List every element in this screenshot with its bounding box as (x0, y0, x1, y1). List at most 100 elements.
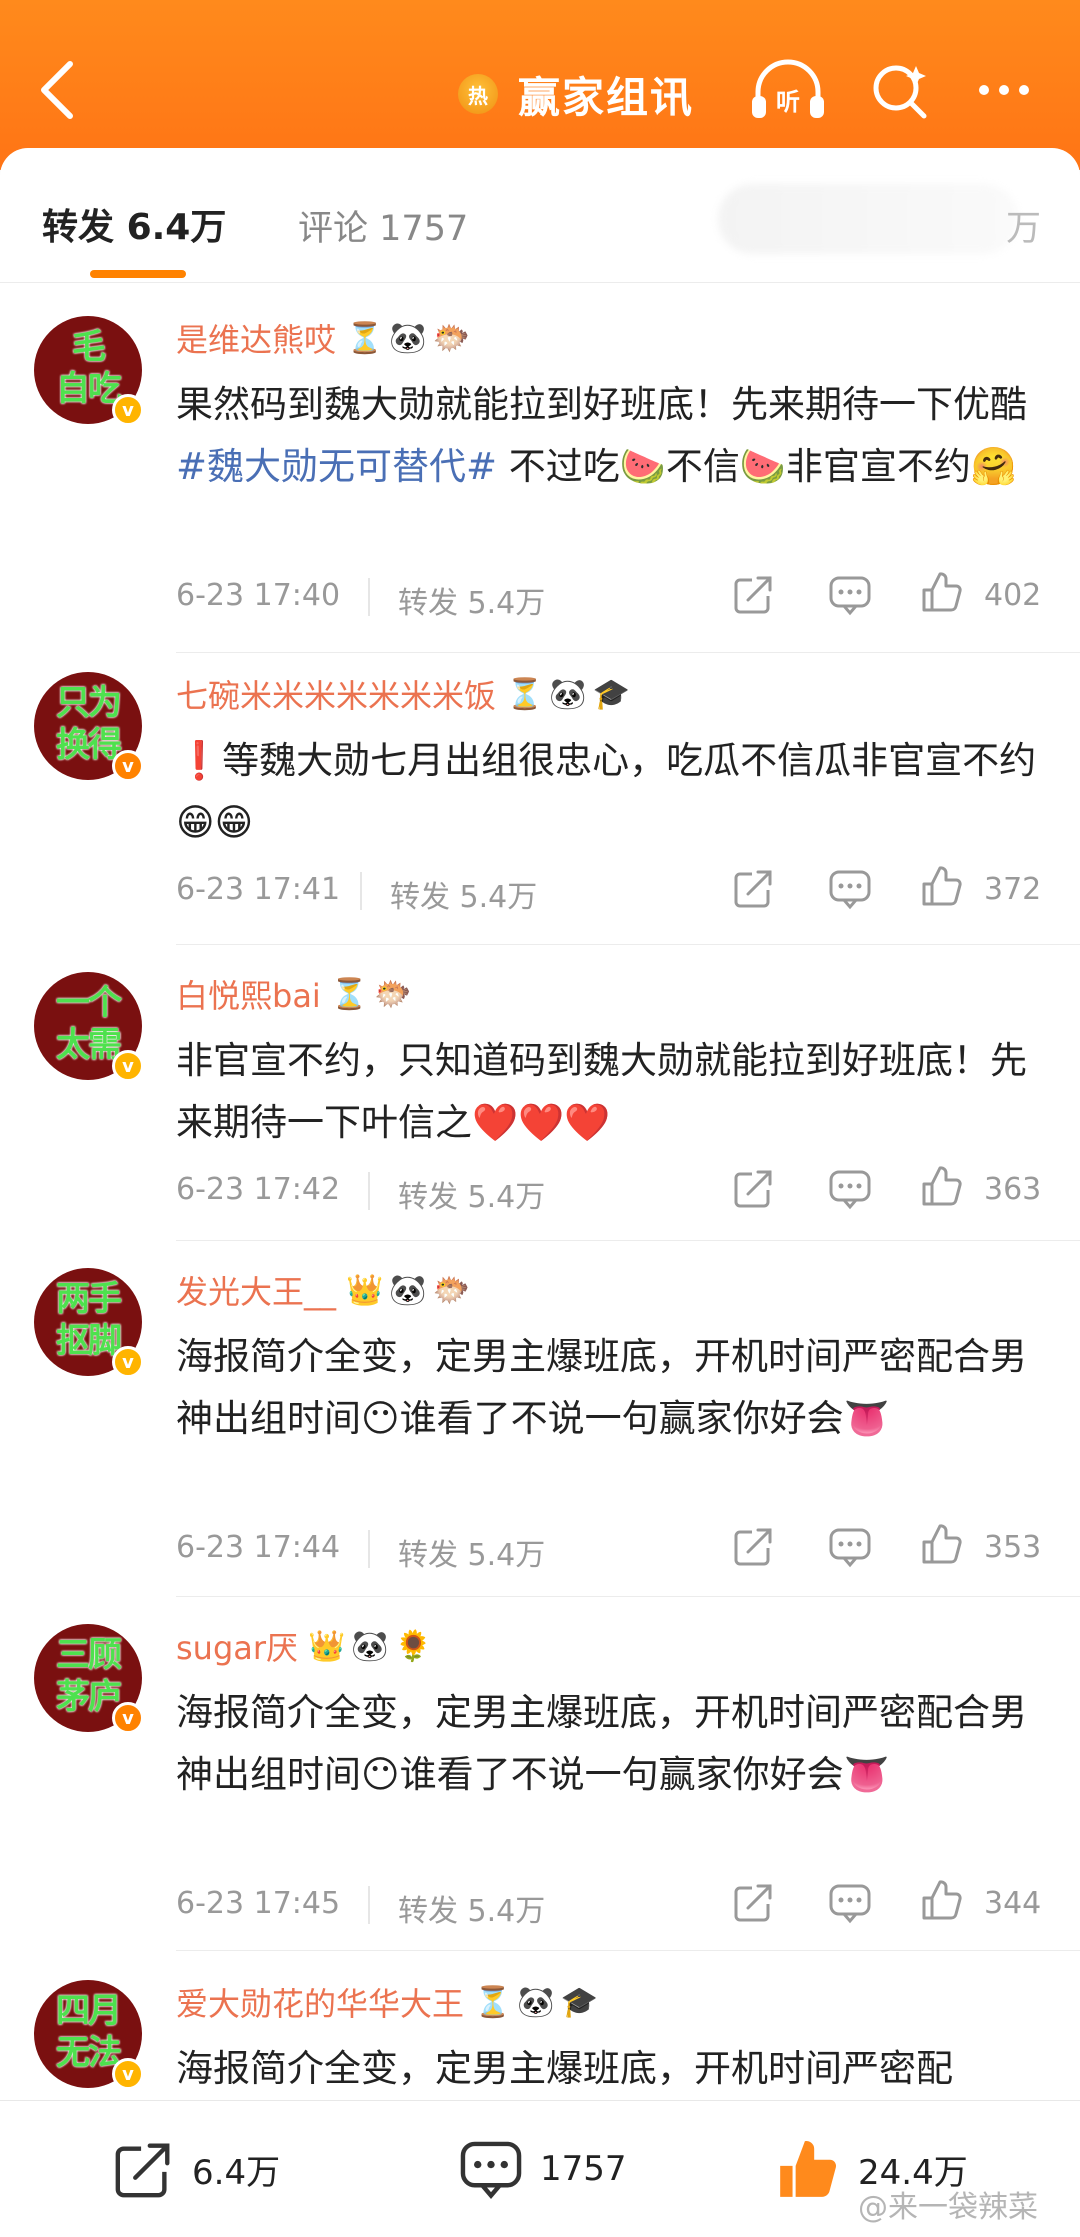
page-title-group: 热 赢家组讯 (458, 66, 694, 122)
user-badge-icon: 🐼 (549, 676, 587, 712)
listen-button[interactable]: 听 (748, 58, 828, 124)
username[interactable]: 爱大勋花的华华大王 (176, 1979, 464, 2025)
user-badge-icon: 🎓 (592, 676, 631, 712)
tab-repost-label: 转发 (42, 207, 115, 248)
repost-action[interactable]: 6.4万 (112, 2137, 280, 2201)
post-content: 海报简介全变，定男主爆班底，开机时间严密配 (176, 2038, 1056, 2100)
username[interactable]: 七碗米米米米米米米饭 (176, 671, 496, 717)
repost-count: 5.4万 (467, 1538, 546, 1573)
share-icon[interactable] (732, 1166, 776, 1210)
search-icon (873, 65, 927, 119)
svg-text:听: 听 (776, 88, 800, 116)
post-like-count: 344 (984, 1886, 1042, 1921)
post-meta: 6-23 17:45 转发 5.4万 344 (176, 1878, 1056, 1930)
user-badge-icon: 🐼 (389, 320, 427, 356)
user-badge-icon: 🐼 (351, 1628, 389, 1664)
username[interactable]: sugar厌 (176, 1623, 298, 1669)
comment-icon[interactable] (828, 574, 872, 616)
back-button[interactable] (30, 50, 90, 130)
repost-count: 5.4万 (467, 1180, 546, 1215)
thumbs-up-icon[interactable] (920, 1878, 964, 1922)
repost-label: 转发 (398, 586, 458, 621)
more-icon (979, 85, 1029, 95)
avatar-text-line1: 三顾 (56, 1635, 122, 1675)
tab-comment-label: 评论 (298, 209, 369, 249)
post-text-tail: 不过吃🍉不信🍉非官宣不约🤗 (497, 445, 1017, 488)
user-badge-icon: 🐡 (374, 976, 412, 1012)
divider (176, 1950, 1080, 1951)
post-repost-count: 转发 5.4万 (398, 1886, 545, 1930)
share-icon[interactable] (732, 572, 776, 616)
comment-icon[interactable] (828, 868, 872, 910)
post-meta: 6-23 17:44 转发 5.4万 353 (176, 1522, 1056, 1574)
username[interactable]: 发光大王__ (176, 1267, 336, 1313)
post-content: 非官宣不约，只知道码到魏大勋就能拉到好班底！先来期待一下叶信之❤️❤️❤️ (176, 1030, 1056, 1154)
comment-icon[interactable] (828, 1526, 872, 1568)
repost-label: 转发 (398, 1180, 458, 1215)
tab-like-obscured[interactable] (718, 184, 1018, 254)
divider (176, 652, 1080, 653)
post-content: 海报简介全变，定男主爆班底，开机时间严密配合男神出组时间😶谁看了不说一句赢家你好… (176, 1326, 1056, 1450)
verified-badge-icon: v (112, 750, 144, 782)
user-badge-icon: 👑 (346, 1272, 384, 1308)
thumbs-up-icon[interactable] (920, 864, 964, 908)
comment-action[interactable]: 1757 (458, 2137, 627, 2201)
more-button[interactable] (972, 58, 1036, 122)
post-repost-count: 转发 5.4万 (390, 872, 537, 916)
user-badge-icon: 🐡 (432, 1272, 471, 1308)
active-tab-indicator (90, 270, 186, 278)
post-meta: 6-23 17:40 转发 5.4万 402 (176, 570, 1056, 621)
hot-icon-label: 热 (468, 83, 488, 108)
verified-badge-icon: v (112, 1050, 144, 1082)
repost-action-count: 6.4万 (192, 2152, 281, 2193)
chevron-left-icon (41, 61, 73, 119)
verified-badge-icon: v (112, 1346, 144, 1378)
post-meta: 6-23 17:41 转发 5.4万 372 (176, 864, 1056, 916)
repost-label: 转发 (390, 880, 450, 915)
user-badge-icon: ⏳ (474, 1984, 512, 2020)
post-text: ❗等魏大勋七月出组很忠心，吃瓜不信瓜非官宣不约😁😁 (176, 739, 1037, 844)
tab-repost[interactable]: 转发 6.4万 (42, 198, 226, 250)
thumbs-up-icon[interactable] (920, 1164, 964, 1208)
share-icon[interactable] (732, 1880, 776, 1924)
avatar-text-line1: 四月 (56, 1991, 122, 2031)
post-repost-count: 转发 5.4万 (398, 1172, 545, 1216)
tab-bar: 转发 6.4万 评论 1757 万 (0, 148, 1080, 283)
post-time: 6-23 17:41 (176, 872, 341, 907)
post-content: 海报简介全变，定男主爆班底，开机时间严密配合男神出组时间😶谁看了不说一句赢家你好… (176, 1682, 1056, 1806)
post-text: 非官宣不约，只知道码到魏大勋就能拉到好班底！先来期待一下叶信之❤️❤️❤️ (176, 1039, 1027, 1144)
search-button[interactable] (868, 58, 932, 122)
post-repost-count: 转发 5.4万 (398, 1530, 545, 1574)
divider (176, 1596, 1080, 1597)
avatar-text-line2: 茅庐 (56, 1677, 122, 1717)
comment-icon[interactable] (828, 1168, 872, 1210)
post-time: 6-23 17:40 (176, 578, 341, 613)
avatar-text-line1: 只为 (56, 683, 122, 723)
user-badge-icon: ⏳ (506, 676, 544, 712)
thumbs-up-icon[interactable] (920, 570, 964, 614)
verified-badge-icon: v (112, 394, 144, 426)
username[interactable]: 白悦熙bai (176, 971, 321, 1017)
user-badge-icon: ⏳ (330, 976, 369, 1012)
user-badge-icon: 👑 (308, 1628, 346, 1664)
tab-comment[interactable]: 评论 1757 (298, 200, 468, 251)
repost-count: 5.4万 (467, 1894, 546, 1929)
watermark: @来一袋辣菜 (858, 2190, 1038, 2225)
page-title: 赢家组讯 (518, 72, 695, 122)
comment-action-count: 1757 (540, 2149, 627, 2189)
post-text: 海报简介全变，定男主爆班底，开机时间严密配 (176, 2047, 953, 2090)
thumbs-up-icon[interactable] (920, 1522, 964, 1566)
user-badge-icon: 🌻 (394, 1628, 433, 1664)
post-text: 海报简介全变，定男主爆班底，开机时间严密配合男神出组时间😶谁看了不说一句赢家你好… (176, 1691, 1027, 1796)
meta-separator (368, 1530, 370, 1568)
repost-label: 转发 (398, 1538, 458, 1573)
avatar-text-line1: 毛 (72, 327, 106, 367)
user-badge-icon: 🎓 (560, 1984, 599, 2020)
username[interactable]: 是维达熊哎 (176, 315, 336, 361)
post-meta: 6-23 17:42 转发 5.4万 363 (176, 1164, 1056, 1216)
verified-badge-icon: v (112, 1702, 144, 1734)
share-icon[interactable] (732, 1524, 776, 1568)
hashtag-link[interactable]: #魏大勋无可替代# (176, 445, 497, 488)
share-icon[interactable] (732, 866, 776, 910)
comment-icon[interactable] (828, 1882, 872, 1924)
